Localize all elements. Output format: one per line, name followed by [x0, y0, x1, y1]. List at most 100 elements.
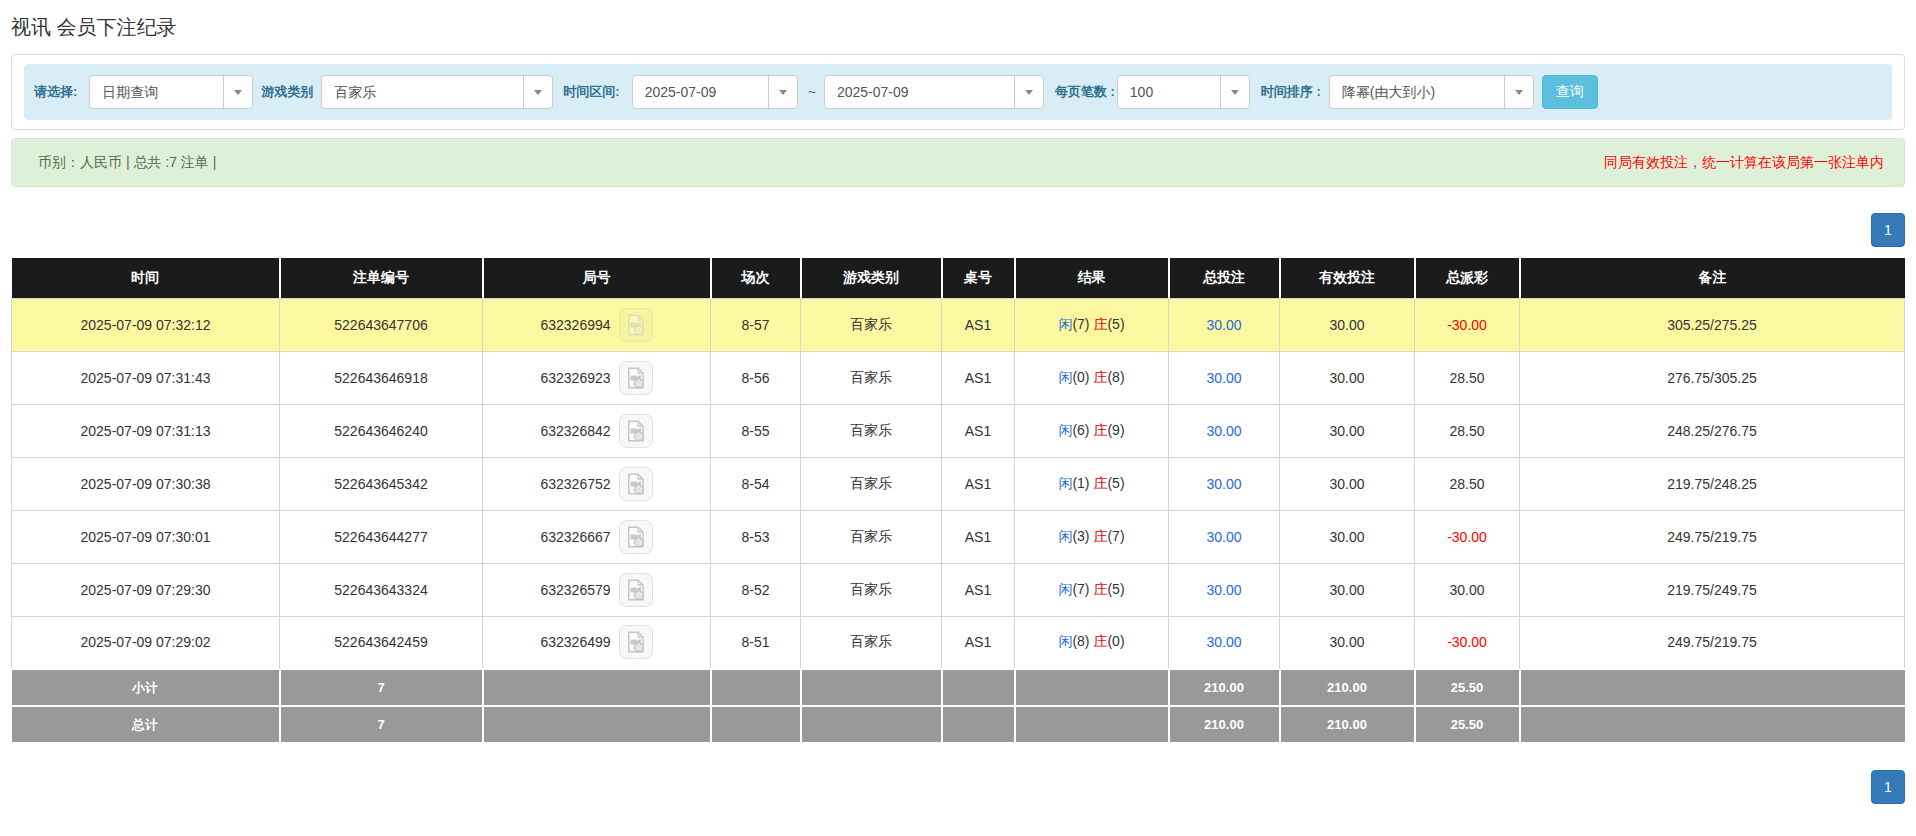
total-bet-cell[interactable]: 30.00 — [1169, 298, 1280, 351]
result-cell: 闲(1) 庄(5) — [1015, 457, 1169, 510]
banker-result-value: (5) — [1107, 475, 1124, 491]
subtotal-cell — [1015, 669, 1169, 706]
result-cell: 闲(6) 庄(9) — [1015, 404, 1169, 457]
per-page-value: 100 — [1118, 76, 1220, 108]
total-bet-cell[interactable]: 30.00 — [1169, 510, 1280, 563]
session-cell: 8-57 — [711, 298, 801, 351]
valid-bet-cell: 30.00 — [1280, 404, 1415, 457]
banker-result-value: (0) — [1107, 633, 1124, 649]
game-type-select[interactable]: 百家乐 — [321, 75, 553, 109]
remark-cell: 276.75/305.25 — [1520, 351, 1905, 404]
column-header: 场次 — [711, 258, 801, 298]
per-page-select[interactable]: 100 — [1117, 75, 1250, 109]
player-result-value: (7) — [1072, 316, 1089, 332]
bet-records-table: 时间注单编号局号场次游戏类别桌号结果总投注有效投注总派彩备注 2025-07-0… — [11, 258, 1905, 744]
date-from-value: 2025-07-09 — [633, 76, 768, 108]
banker-result-value: (5) — [1107, 581, 1124, 597]
subtotal-cell: 210.00 — [1169, 669, 1280, 706]
table-row: 2025-07-09 07:31:13522643646240632326842… — [12, 404, 1905, 457]
video-record-icon[interactable] — [619, 467, 653, 501]
table-number-cell: AS1 — [942, 510, 1015, 563]
player-result-value: (1) — [1072, 475, 1089, 491]
bet-number-cell: 522643645342 — [280, 457, 483, 510]
page-button[interactable]: 1 — [1871, 770, 1905, 804]
video-record-icon[interactable] — [619, 308, 653, 342]
column-header: 局号 — [483, 258, 711, 298]
payout-cell: 28.50 — [1415, 404, 1520, 457]
player-result-value: (7) — [1072, 581, 1089, 597]
valid-bet-cell: 30.00 — [1280, 457, 1415, 510]
session-cell: 8-52 — [711, 563, 801, 616]
sort-select[interactable]: 降幂(由大到小) — [1329, 75, 1534, 109]
player-result-value: (0) — [1072, 369, 1089, 385]
bet-number-cell: 522643647706 — [280, 298, 483, 351]
total-bet-cell[interactable]: 30.00 — [1169, 457, 1280, 510]
column-header: 备注 — [1520, 258, 1905, 298]
page-button[interactable]: 1 — [1871, 213, 1905, 247]
column-header: 有效投注 — [1280, 258, 1415, 298]
session-cell: 8-55 — [711, 404, 801, 457]
subtotal-row: 小计7210.00210.0025.50 — [12, 669, 1905, 706]
tilde-separator: ~ — [808, 84, 816, 100]
search-button[interactable]: 查询 — [1542, 75, 1598, 109]
grand-total-cell: 210.00 — [1169, 706, 1280, 743]
video-record-icon[interactable] — [619, 520, 653, 554]
total-bet-cell[interactable]: 30.00 — [1169, 404, 1280, 457]
video-record-icon[interactable] — [619, 414, 653, 448]
game-type-value: 百家乐 — [322, 76, 523, 108]
subtotal-cell — [942, 669, 1015, 706]
banker-result-value: (7) — [1107, 528, 1124, 544]
player-result-label: 闲 — [1058, 633, 1072, 649]
payout-cell: 28.50 — [1415, 457, 1520, 510]
total-bet-cell[interactable]: 30.00 — [1169, 616, 1280, 669]
grand-total-row: 总计7210.00210.0025.50 — [12, 706, 1905, 743]
video-record-icon[interactable] — [619, 625, 653, 659]
session-cell: 8-51 — [711, 616, 801, 669]
game-type-cell: 百家乐 — [801, 563, 942, 616]
query-type-select[interactable]: 日期查询 — [89, 75, 253, 109]
player-result-label: 闲 — [1058, 475, 1072, 491]
result-cell: 闲(7) 庄(5) — [1015, 563, 1169, 616]
video-record-icon[interactable] — [619, 361, 653, 395]
subtotal-cell: 7 — [280, 669, 483, 706]
game-type-cell: 百家乐 — [801, 404, 942, 457]
banker-result-value: (5) — [1107, 316, 1124, 332]
round-number: 632326752 — [540, 476, 610, 492]
time-cell: 2025-07-09 07:30:01 — [12, 510, 280, 563]
date-to-select[interactable]: 2025-07-09 — [824, 75, 1044, 109]
banker-result-label: 庄 — [1093, 581, 1107, 597]
table-row: 2025-07-09 07:30:38522643645342632326752… — [12, 457, 1905, 510]
round-cell: 632326667 — [483, 510, 711, 563]
table-number-cell: AS1 — [942, 351, 1015, 404]
chevron-down-icon — [768, 76, 797, 108]
remark-cell: 219.75/249.75 — [1520, 563, 1905, 616]
total-bet-cell[interactable]: 30.00 — [1169, 563, 1280, 616]
player-result-value: (8) — [1072, 633, 1089, 649]
column-header: 总派彩 — [1415, 258, 1520, 298]
round-number: 632326579 — [540, 582, 610, 598]
pagination-bottom: 1 — [11, 770, 1905, 804]
valid-bet-cell: 30.00 — [1280, 298, 1415, 351]
payout-cell: -30.00 — [1415, 510, 1520, 563]
query-type-value: 日期查询 — [90, 76, 223, 108]
video-record-icon[interactable] — [619, 573, 653, 607]
table-number-cell: AS1 — [942, 457, 1015, 510]
banker-result-label: 庄 — [1093, 422, 1107, 438]
banker-result-label: 庄 — [1093, 475, 1107, 491]
table-number-cell: AS1 — [942, 404, 1015, 457]
round-number: 632326842 — [540, 423, 610, 439]
date-to-value: 2025-07-09 — [825, 76, 1014, 108]
bet-number-cell: 522643643324 — [280, 563, 483, 616]
banker-result-label: 庄 — [1093, 633, 1107, 649]
player-result-label: 闲 — [1058, 369, 1072, 385]
date-from-select[interactable]: 2025-07-09 — [632, 75, 798, 109]
payout-cell: -30.00 — [1415, 298, 1520, 351]
chevron-down-icon — [223, 76, 252, 108]
table-row: 2025-07-09 07:32:12522643647706632326994… — [12, 298, 1905, 351]
banker-result-label: 庄 — [1093, 369, 1107, 385]
grand-total-cell — [711, 706, 801, 743]
total-bet-cell[interactable]: 30.00 — [1169, 351, 1280, 404]
game-type-cell: 百家乐 — [801, 510, 942, 563]
subtotal-cell: 210.00 — [1280, 669, 1415, 706]
column-header: 桌号 — [942, 258, 1015, 298]
